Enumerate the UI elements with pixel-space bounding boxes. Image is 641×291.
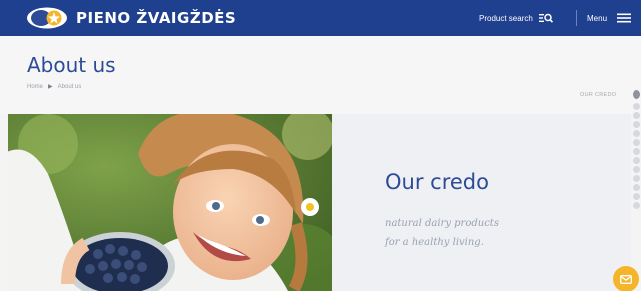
girl-with-blueberries-photo [8,114,332,291]
section-dot-nav [631,90,641,220]
product-search-button[interactable]: Product search [479,0,553,36]
section-label: OUR CREDO [580,92,617,98]
header-divider [576,10,577,26]
section-dot[interactable] [633,184,640,191]
section-dot[interactable] [633,175,640,182]
section-dot[interactable] [633,90,640,99]
menu-button[interactable]: Menu [587,0,632,36]
menu-icon [617,13,632,23]
menu-label: Menu [587,13,608,23]
credo-line-1: natural dairy products [385,218,499,229]
brand-name[interactable]: PIENO ŽVAIGŽDĖS [76,9,236,27]
section-dot[interactable] [633,148,640,155]
breadcrumb-home[interactable]: Home [27,84,43,90]
section-dot[interactable] [633,103,640,110]
section-dot[interactable] [633,193,640,200]
section-dot[interactable] [633,166,640,173]
section-dot[interactable] [633,139,640,146]
product-search-icon [538,13,553,23]
credo-title: Our credo [385,170,489,194]
mail-icon [620,274,632,284]
section-dot[interactable] [633,202,640,209]
section-dot[interactable] [633,112,640,119]
section-dot[interactable] [633,121,640,128]
breadcrumb-current: About us [57,83,82,90]
chevron-right-icon: ▶ [48,84,53,90]
contact-mail-button[interactable] [613,266,639,291]
page-title: About us [27,53,116,77]
logo-icon[interactable] [26,7,68,29]
site-header: PIENO ŽVAIGŽDĖS Product search Menu [0,0,641,36]
section-dot[interactable] [633,130,640,137]
breadcrumb: Home ▶ About us [27,83,82,91]
credo-panel [332,114,631,291]
credo-line-2: for a healthy living. [385,237,484,248]
product-search-label: Product search [479,13,533,23]
section-dot[interactable] [633,157,640,164]
